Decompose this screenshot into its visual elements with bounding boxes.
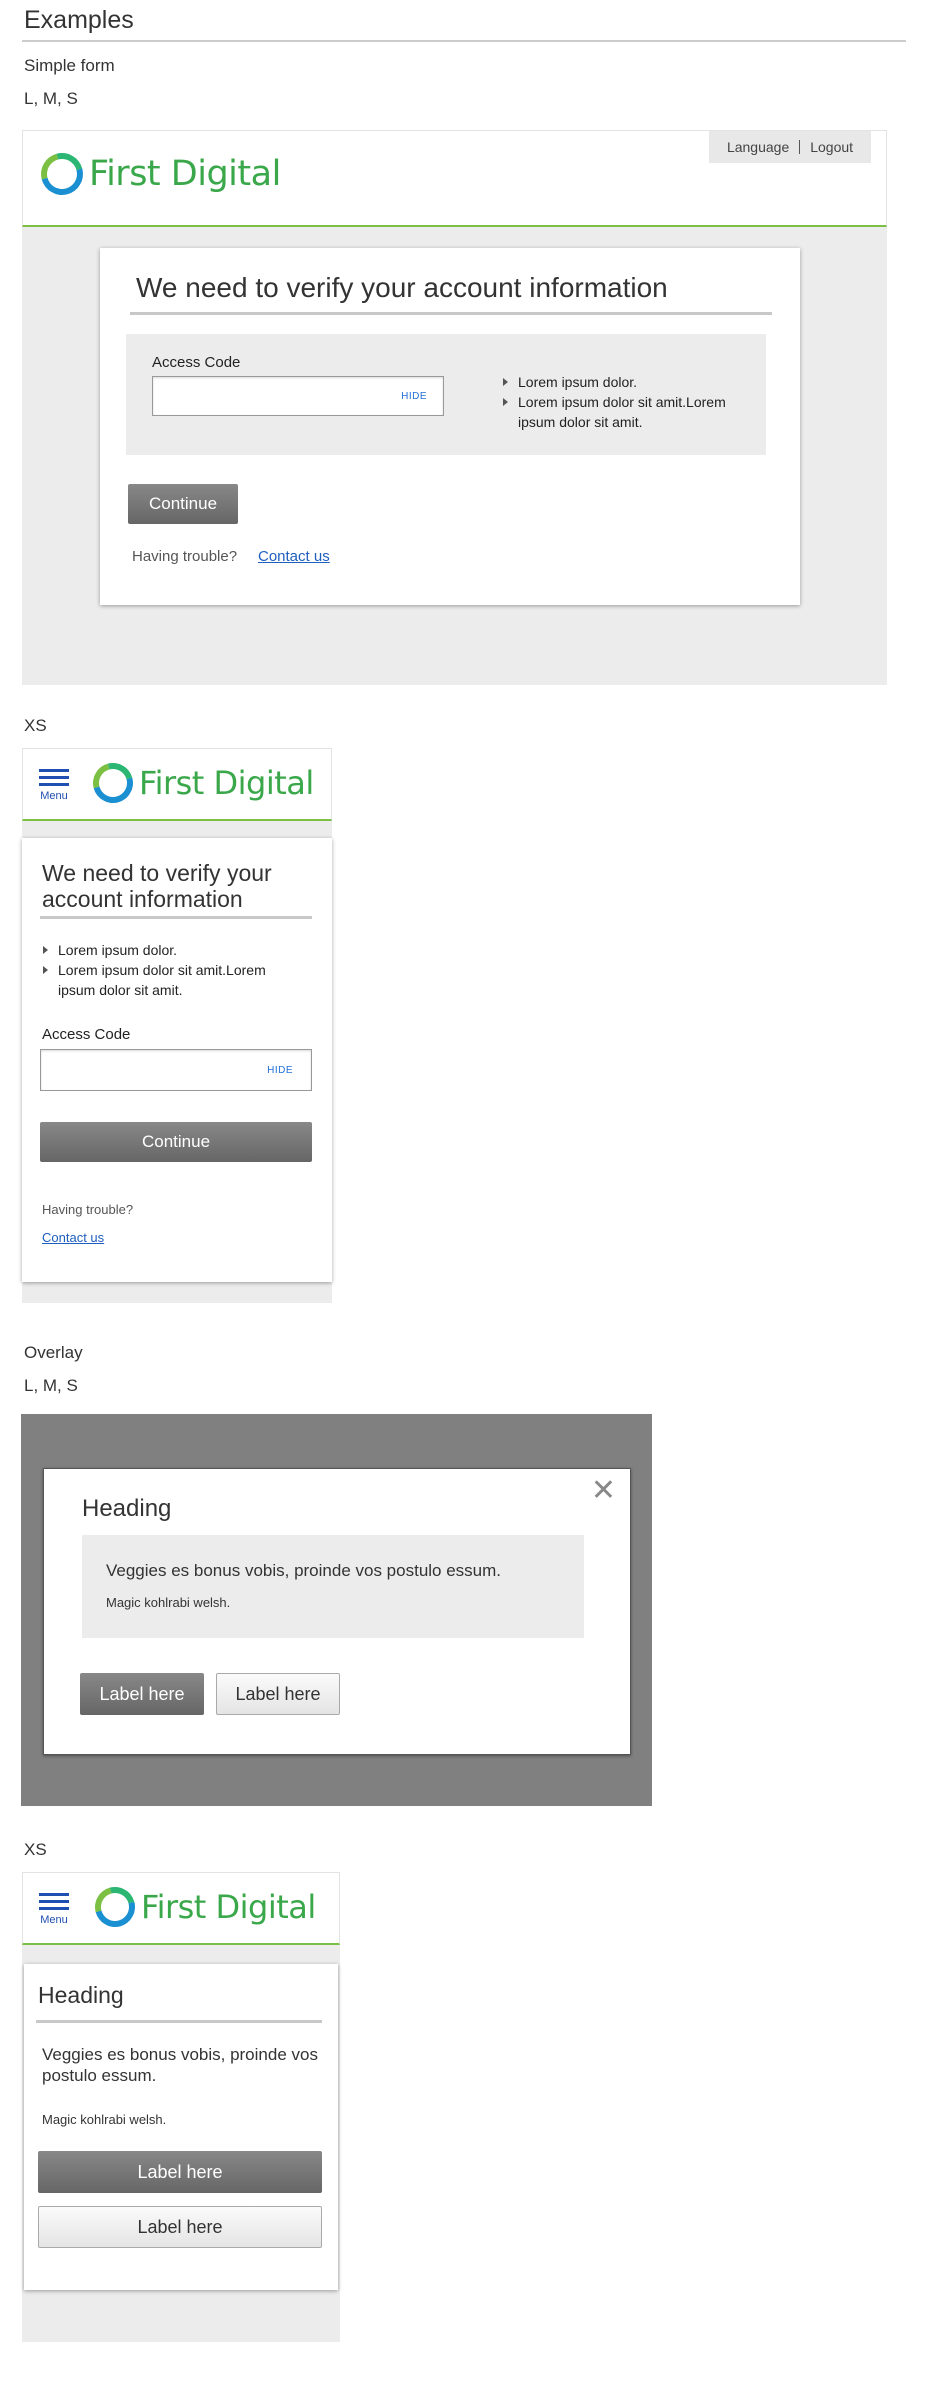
verify-heading: We need to verify your account informati… — [136, 272, 668, 303]
example-simple-form-xs: Menu First Digital We need to verify you… — [22, 748, 332, 1303]
access-code-label: Access Code — [152, 354, 241, 371]
access-code-label: Access Code — [42, 1026, 131, 1043]
contact-us-link[interactable]: Contact us — [258, 548, 330, 565]
info-item: Lorem ipsum dolor sit amit.Lorem ipsum d… — [40, 960, 302, 1000]
overlay-message-box: Veggies es bonus vobis, proinde vos post… — [82, 1535, 584, 1638]
menu-button[interactable]: Menu — [39, 769, 69, 802]
overlay-sub-text: Magic kohlrabi welsh. — [106, 1595, 231, 1610]
logo-ring-icon — [33, 145, 91, 203]
info-item: Lorem ipsum dolor sit amit.Lorem ipsum d… — [500, 392, 740, 432]
utility-nav: Language Logout — [709, 131, 871, 163]
logo-ring-icon — [87, 1879, 143, 1935]
access-panel: Access Code HIDE Lorem ipsum dolor. Lore… — [126, 334, 766, 455]
heading-divider — [130, 312, 772, 315]
continue-button[interactable]: Continue — [128, 484, 238, 524]
continue-button[interactable]: Continue — [40, 1122, 312, 1162]
hamburger-bar — [39, 783, 69, 786]
brand-name: First Digital — [141, 1888, 316, 1926]
site-header-mobile: Menu First Digital — [22, 1872, 340, 1945]
title-divider — [22, 40, 906, 42]
overlay-primary-button[interactable]: Label here — [38, 2151, 322, 2193]
menu-label: Menu — [40, 1914, 68, 1926]
logout-link[interactable]: Logout — [810, 139, 853, 155]
section-label-xs-form: XS — [24, 716, 47, 735]
hide-toggle[interactable]: HIDE — [267, 1065, 293, 1076]
overlay-heading: Heading — [82, 1495, 172, 1522]
brand-name: First Digital — [139, 764, 314, 802]
brand-logo[interactable]: First Digital — [85, 755, 314, 811]
brand-logo[interactable]: First Digital — [87, 1879, 316, 1935]
site-header: First Digital Language Logout — [22, 130, 887, 227]
overlay-secondary-button[interactable]: Label here — [38, 2206, 322, 2248]
logo-ring-icon — [85, 755, 141, 811]
hide-toggle[interactable]: HIDE — [401, 391, 427, 402]
section-label-xs-overlay: XS — [24, 1840, 47, 1859]
section-label-sizes-lms: L, M, S — [24, 89, 78, 108]
access-code-input[interactable]: HIDE — [152, 376, 444, 416]
brand-name: First Digital — [89, 154, 281, 194]
info-list: Lorem ipsum dolor. Lorem ipsum dolor sit… — [500, 372, 740, 432]
overlay-primary-button[interactable]: Label here — [80, 1673, 204, 1715]
heading-divider — [36, 2020, 322, 2023]
brand-logo[interactable]: First Digital — [33, 145, 281, 203]
info-list: Lorem ipsum dolor. Lorem ipsum dolor sit… — [40, 940, 302, 1000]
utility-separator — [799, 140, 801, 154]
section-label-overlay: Overlay — [24, 1343, 83, 1362]
language-link[interactable]: Language — [727, 139, 789, 155]
overlay-backdrop[interactable]: ✕ Heading Veggies es bonus vobis, proind… — [21, 1414, 652, 1806]
section-label-simple-form: Simple form — [24, 56, 115, 75]
overlay-lead-text: Veggies es bonus vobis, proinde vos post… — [106, 1561, 502, 1580]
hamburger-icon — [39, 1893, 69, 1896]
access-code-input[interactable]: HIDE — [40, 1049, 312, 1091]
hamburger-bar — [39, 776, 69, 779]
verify-heading: We need to verify your account informati… — [42, 860, 272, 912]
info-item: Lorem ipsum dolor. — [40, 940, 302, 960]
page-title: Examples — [24, 6, 134, 34]
example-simple-form-lms: First Digital Language Logout We need to… — [22, 130, 887, 685]
trouble-text: Having trouble? — [132, 548, 238, 565]
overlay-dialog-mobile: Heading Veggies es bonus vobis, proinde … — [24, 1964, 338, 2290]
overlay-sub-text: Magic kohlrabi welsh. — [42, 2112, 167, 2127]
verify-card-mobile: We need to verify your account informati… — [22, 838, 332, 1282]
overlay-secondary-button[interactable]: Label here — [216, 1673, 340, 1715]
section-label-sizes-lms: L, M, S — [24, 1376, 78, 1395]
overlay-lead-text: Veggies es bonus vobis, proinde vos post… — [42, 2045, 318, 2085]
menu-label: Menu — [40, 790, 68, 802]
example-overlay-xs: Menu First Digital Heading Veggies es bo… — [22, 1872, 340, 2342]
heading-divider — [40, 916, 312, 919]
overlay-dialog: ✕ Heading Veggies es bonus vobis, proind… — [43, 1468, 631, 1755]
info-item: Lorem ipsum dolor. — [500, 372, 740, 392]
site-header-mobile: Menu First Digital — [22, 748, 332, 821]
overlay-heading: Heading — [38, 1982, 124, 2008]
hamburger-bar — [39, 1900, 69, 1903]
menu-button[interactable]: Menu — [39, 1893, 69, 1926]
trouble-text: Having trouble? — [42, 1202, 134, 1217]
verify-card: We need to verify your account informati… — [100, 248, 800, 605]
contact-us-link[interactable]: Contact us — [42, 1230, 104, 1245]
close-icon[interactable]: ✕ — [591, 1473, 616, 1508]
hamburger-icon — [39, 769, 69, 772]
hamburger-bar — [39, 1907, 69, 1910]
